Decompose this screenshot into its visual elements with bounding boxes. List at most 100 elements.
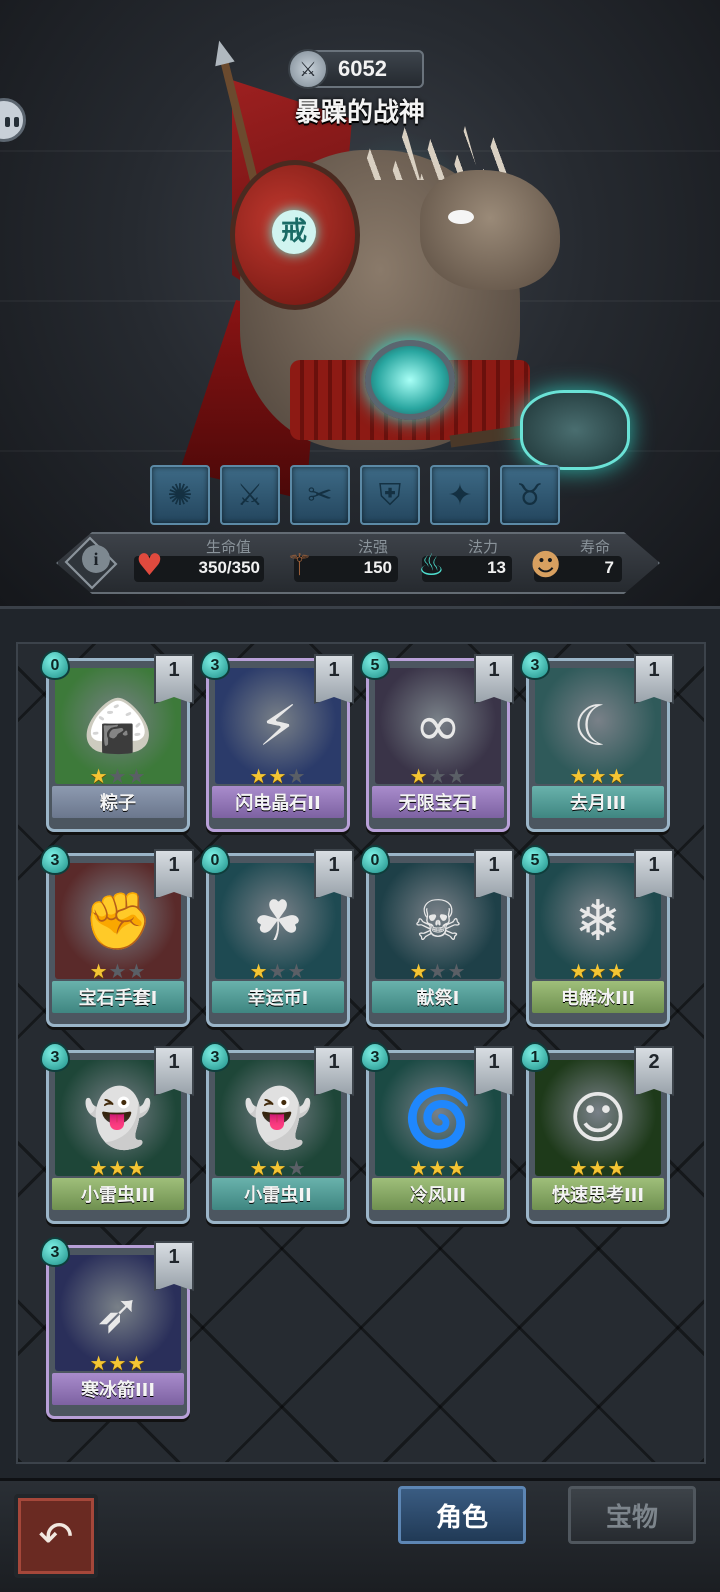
card-cost-badge: 3: [200, 650, 230, 680]
star-icon: ★: [607, 959, 627, 983]
card-item[interactable]: 👻 ★★★ 小雷虫II 3 1: [200, 1042, 354, 1224]
skill-slot-1[interactable]: ✺: [150, 465, 210, 525]
star-icon: ★: [268, 764, 288, 788]
power-score-badge: ⚔ 6052: [288, 49, 424, 89]
card-item[interactable]: ✊ ★★★ 宝石手套I 3 1: [40, 845, 194, 1027]
card-name: 小雷虫III: [52, 1178, 184, 1210]
card-level-badge: 1: [154, 654, 194, 704]
card-star-rating: ★★★: [46, 1156, 190, 1180]
stat-mana: 法力 ♨ 13: [418, 534, 512, 592]
star-icon: ★: [607, 764, 627, 788]
card-item[interactable]: 🌀 ★★★ 冷风III 3 1: [360, 1042, 514, 1224]
card-name: 快速思考III: [532, 1178, 664, 1210]
card-star-rating: ★★★: [526, 1156, 670, 1180]
mana-flame-icon: ♨: [418, 548, 445, 583]
card-star-rating: ★★★: [46, 959, 190, 983]
rage-skill-icon: ✺: [167, 477, 193, 513]
card-cost-badge: 3: [40, 1042, 70, 1072]
card-level-badge: 1: [154, 1241, 194, 1291]
tab-role[interactable]: 角色: [398, 1486, 526, 1544]
star-icon: ★: [89, 959, 109, 983]
mana-label: 法力: [468, 538, 499, 556]
card-cost-badge: 3: [360, 1042, 390, 1072]
card-level-badge: 1: [154, 1046, 194, 1096]
staff-icon: ⚚: [286, 548, 313, 583]
card-level-badge: 1: [474, 849, 514, 899]
card-cost-badge: 0: [360, 845, 390, 875]
star-icon: ★: [249, 1156, 269, 1180]
card-item[interactable]: ⚡ ★★★ 闪电晶石II 3 1: [200, 650, 354, 832]
card-star-rating: ★★★: [206, 959, 350, 983]
card-item[interactable]: ☘ ★★★ 幸运币I 0 1: [200, 845, 354, 1027]
star-icon: ★: [249, 764, 269, 788]
card-cost-badge: 0: [200, 845, 230, 875]
tab-treasure[interactable]: 宝物: [568, 1486, 696, 1544]
skill-slot-5[interactable]: ✦: [430, 465, 490, 525]
hp-value: 350/350: [198, 558, 260, 577]
info-icon[interactable]: i: [82, 545, 110, 573]
stat-power: 法强 ⚚ 150: [286, 534, 398, 592]
star-icon: ★: [569, 764, 589, 788]
star-icon: ★: [89, 1351, 109, 1375]
card-star-rating: ★★★: [206, 1156, 350, 1180]
skill-icons-row: ✺ ⚔ ✂ ⛨ ✦ ♉: [150, 465, 570, 525]
skill-slot-2[interactable]: ⚔: [220, 465, 280, 525]
star-icon: ★: [588, 764, 608, 788]
skill-slot-4[interactable]: ⛨: [360, 465, 420, 525]
card-cost-badge: 3: [520, 650, 550, 680]
card-item[interactable]: 🍙 ★★★ 粽子 0 1: [40, 650, 194, 832]
card-item[interactable]: ☾ ★★★ 去月III 3 1: [520, 650, 674, 832]
card-level-badge: 1: [314, 1046, 354, 1096]
card-name: 去月III: [532, 786, 664, 818]
star-icon: ★: [428, 764, 448, 788]
back-button[interactable]: ↶: [14, 1494, 98, 1578]
card-level-badge: 1: [314, 654, 354, 704]
card-name: 粽子: [52, 786, 184, 818]
shield-skill-icon: ⛨: [378, 477, 402, 513]
stat-hp: 生命值 ♥ 350/350: [134, 534, 264, 592]
star-icon: ★: [447, 1156, 467, 1180]
star-icon: ★: [127, 1351, 147, 1375]
weapon-skill-icon: ⚔: [236, 477, 264, 513]
card-cost-badge: 5: [360, 650, 390, 680]
star-icon: ★: [127, 959, 147, 983]
card-item[interactable]: ☺ ★★★ 快速思考III 1 2: [520, 1042, 674, 1224]
card-item[interactable]: ➶ ★★★ 寒冰箭III 3 1: [40, 1237, 194, 1419]
boss-name: 暴躁的战神: [294, 98, 425, 128]
card-item[interactable]: ∞ ★★★ 无限宝石I 5 1: [360, 650, 514, 832]
card-item[interactable]: 👻 ★★★ 小雷虫III 3 1: [40, 1042, 194, 1224]
hp-label: 生命值: [206, 538, 252, 556]
card-star-rating: ★★★: [366, 959, 510, 983]
power-score-value: 6052: [338, 56, 387, 81]
card-cost-badge: 3: [40, 1237, 70, 1267]
card-star-rating: ★★★: [526, 764, 670, 788]
star-icon: ★: [268, 1156, 288, 1180]
star-icon: ★: [268, 959, 288, 983]
star-icon: ★: [287, 1156, 307, 1180]
card-item[interactable]: ❄ ★★★ 电解冰III 5 1: [520, 845, 674, 1027]
card-name: 闪电晶石II: [212, 786, 344, 818]
card-cost-badge: 5: [520, 845, 550, 875]
stat-lifespan: 寿命 ☻ 7: [530, 534, 622, 592]
star-icon: ★: [108, 1351, 128, 1375]
card-star-rating: ★★★: [366, 1156, 510, 1180]
skill-slot-6[interactable]: ♉: [500, 465, 560, 525]
card-star-rating: ★★★: [46, 764, 190, 788]
card-item[interactable]: ☠ ★★★ 献祭I 0 1: [360, 845, 514, 1027]
card-level-badge: 1: [474, 1046, 514, 1096]
star-icon: ★: [108, 959, 128, 983]
card-name: 电解冰III: [532, 981, 664, 1013]
card-star-rating: ★★★: [526, 959, 670, 983]
star-icon: ★: [127, 1156, 147, 1180]
card-name: 冷风III: [372, 1178, 504, 1210]
card-name: 宝石手套I: [52, 981, 184, 1013]
card-name: 小雷虫II: [212, 1178, 344, 1210]
star-icon: ★: [569, 1156, 589, 1180]
power-score-icon: ⚔: [288, 49, 328, 89]
card-cost-badge: 3: [200, 1042, 230, 1072]
skill-slot-3[interactable]: ✂: [290, 465, 350, 525]
power-value: 150: [363, 558, 392, 577]
star-icon: ★: [569, 959, 589, 983]
star-icon: ★: [447, 959, 467, 983]
star-icon: ★: [127, 764, 147, 788]
